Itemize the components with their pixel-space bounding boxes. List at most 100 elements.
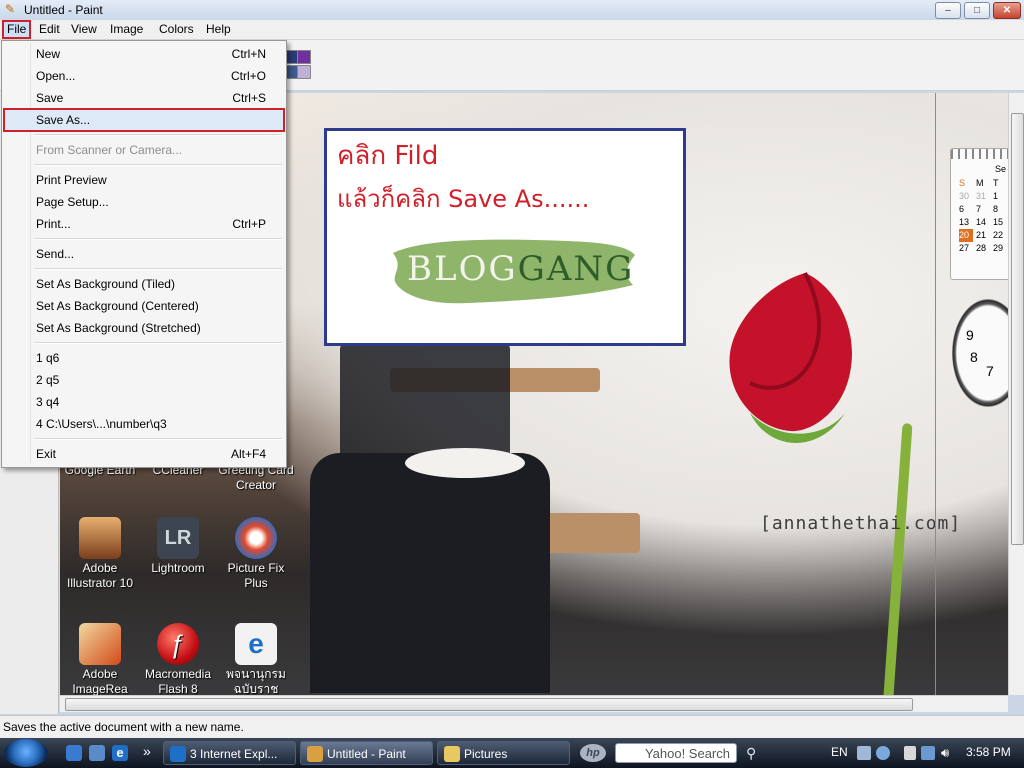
menu-item-label: 1 q6 [36, 351, 60, 365]
search-input[interactable]: Yahoo! Search [615, 743, 737, 763]
taskbar-item-pictures[interactable]: Pictures [437, 741, 570, 765]
calendar-day: 31 [976, 191, 987, 201]
language-indicator[interactable]: EN [831, 745, 848, 759]
background-chair [310, 453, 550, 693]
calendar-grid: SMT 30 31 1 6 7 8 13 14 15 20 21 22 27 28 29 [959, 177, 1008, 255]
switch-windows-icon[interactable] [89, 745, 105, 761]
title-bar: ✎ Untitled - Paint – □ ✕ [0, 0, 1024, 21]
calendar-day: 6 [959, 204, 965, 214]
menu-item-label: New [36, 47, 61, 61]
menu-item-page-setup[interactable]: Page Setup... [4, 191, 284, 213]
menu-item-3-q4[interactable]: 3 q4 [4, 391, 284, 413]
menu-item-open[interactable]: Open... Ctrl+O [4, 65, 284, 87]
menu-separator [34, 238, 282, 240]
internet-explorer-quicklaunch-icon[interactable]: e [112, 745, 128, 761]
illustrator-icon [79, 517, 121, 559]
hp-logo-icon[interactable]: hp [580, 744, 606, 762]
menu-item-label: Print Preview [36, 173, 107, 187]
desktop-icon-illustrator: Adobe Illustrator 10 [60, 517, 140, 591]
calendar-day: 15 [993, 217, 1004, 227]
desktop-icon-label: Adobe [82, 561, 118, 575]
calendar-day: 22 [993, 230, 1004, 240]
menu-edit[interactable]: Edit [33, 20, 66, 39]
menu-item-send[interactable]: Send... [4, 243, 284, 265]
menu-item-new[interactable]: New Ctrl+N [4, 43, 284, 65]
user-icon[interactable] [876, 746, 890, 760]
desktop-icon-label: Flash 8 [158, 682, 198, 695]
menu-view[interactable]: View [65, 20, 103, 39]
horizontal-scroll-thumb[interactable] [65, 698, 913, 711]
clock-gadget[interactable]: 9 8 7 [948, 293, 1008, 413]
palette-swatch[interactable] [297, 65, 311, 79]
volume-icon[interactable]: 🔊︎ [941, 745, 949, 761]
quicklaunch-more-icon[interactable]: » [143, 743, 151, 759]
logo-text-blog: BLOG [407, 249, 518, 289]
menu-item-1-q6[interactable]: 1 q6 [4, 347, 284, 369]
menu-item-print-preview[interactable]: Print Preview [4, 169, 284, 191]
internet-explorer-icon: e [235, 623, 277, 665]
paint-icon [307, 746, 323, 762]
desktop-icon-dictionary: e พจนานุกรม ฉบับราชบัณฑิต [216, 623, 296, 695]
clock-time[interactable]: 3:58 PM [966, 745, 1011, 759]
status-bar: Saves the active document with a new nam… [0, 715, 1024, 738]
gadget-sidebar-edge [935, 93, 936, 695]
menu-item-from-scanner-or-camera[interactable]: From Scanner or Camera... [4, 139, 284, 161]
menu-item-2-q5[interactable]: 2 q5 [4, 369, 284, 391]
internet-explorer-icon [170, 746, 186, 762]
taskbar-item-label: Pictures [464, 747, 508, 761]
taskbar-item-internet-explorer[interactable]: 3 Internet Expl... [163, 741, 296, 765]
file-menu-dropdown: New Ctrl+N Open... Ctrl+O Save Ctrl+S Save As.… [1, 40, 287, 468]
taskbar-item-label: Untitled - Paint [327, 747, 406, 761]
annotation-line-1: คลิก Fild [337, 141, 439, 171]
search-icon[interactable]: ⚲ [746, 745, 756, 762]
paint-app-icon[interactable]: ✎ [3, 2, 17, 16]
bloggang-logo: BLOGGANG [387, 231, 637, 309]
desktop-icon-flash: ƒ Macromedia Flash 8 [138, 623, 218, 695]
desktop-icon-label: Adobe [82, 667, 118, 681]
calendar-month: Se [995, 164, 1007, 174]
annotation-line-2: แล้วก็คลิก Save As...... [337, 185, 590, 213]
menu-item-set-as-background-centered[interactable]: Set As Background (Centered) [4, 295, 284, 317]
menu-separator [34, 342, 282, 344]
menu-item-save-as[interactable]: Save As... [3, 108, 285, 132]
start-button[interactable] [4, 739, 48, 767]
menu-item-shortcut: Ctrl+O [230, 69, 266, 83]
calendar-gadget[interactable]: Se SMT 30 31 1 6 7 8 13 14 15 20 21 22 27 28 29 [950, 148, 1008, 280]
taskbar-item-paint[interactable]: Untitled - Paint [300, 741, 433, 765]
taskbar: e » 3 Internet Expl... Untitled - Paint … [0, 738, 1024, 768]
maximize-button[interactable]: □ [964, 2, 990, 19]
clock-numeral: 9 [966, 327, 974, 343]
minimize-button[interactable]: – [935, 2, 961, 19]
menu-separator [34, 438, 282, 440]
folder-icon [444, 746, 460, 762]
desktop-icon-label: Illustrator 10 [66, 576, 134, 590]
menu-image[interactable]: Image [104, 20, 149, 39]
menu-item-print[interactable]: Print... Ctrl+P [4, 213, 284, 235]
menu-item-shortcut: Ctrl+N [231, 47, 266, 61]
menu-item-4-c-users-number-q3[interactable]: 4 C:\Users\...\number\q3 [4, 413, 284, 435]
horizontal-scrollbar[interactable] [60, 695, 1008, 712]
tray-icon[interactable] [857, 746, 871, 760]
menu-item-set-as-background-tiled[interactable]: Set As Background (Tiled) [4, 273, 284, 295]
tray-icon[interactable] [904, 746, 916, 760]
lightroom-icon: LR [157, 517, 199, 559]
desktop-icon-lightroom: LR Lightroom [138, 517, 218, 576]
menu-item-label: Send... [36, 247, 75, 261]
close-button[interactable]: ✕ [993, 2, 1021, 19]
menu-item-save[interactable]: Save Ctrl+S [4, 87, 284, 109]
show-desktop-icon[interactable] [66, 745, 82, 761]
menu-item-exit[interactable]: Exit Alt+F4 [4, 443, 284, 465]
menu-colors[interactable]: Colors [153, 20, 200, 39]
vertical-scrollbar[interactable] [1008, 93, 1024, 695]
palette-swatch[interactable] [297, 50, 311, 64]
background-chair [340, 343, 510, 463]
rose-flower [729, 272, 852, 443]
menu-file[interactable]: File [2, 20, 32, 39]
menu-item-set-as-background-stretched[interactable]: Set As Background (Stretched) [4, 317, 284, 339]
menu-item-label: Save As... [36, 113, 91, 127]
menu-help[interactable]: Help [200, 20, 237, 39]
picture-fix-icon [235, 517, 277, 559]
vertical-scroll-thumb[interactable] [1011, 113, 1024, 545]
network-icon[interactable] [921, 746, 935, 760]
menu-item-label: Page Setup... [36, 195, 109, 209]
